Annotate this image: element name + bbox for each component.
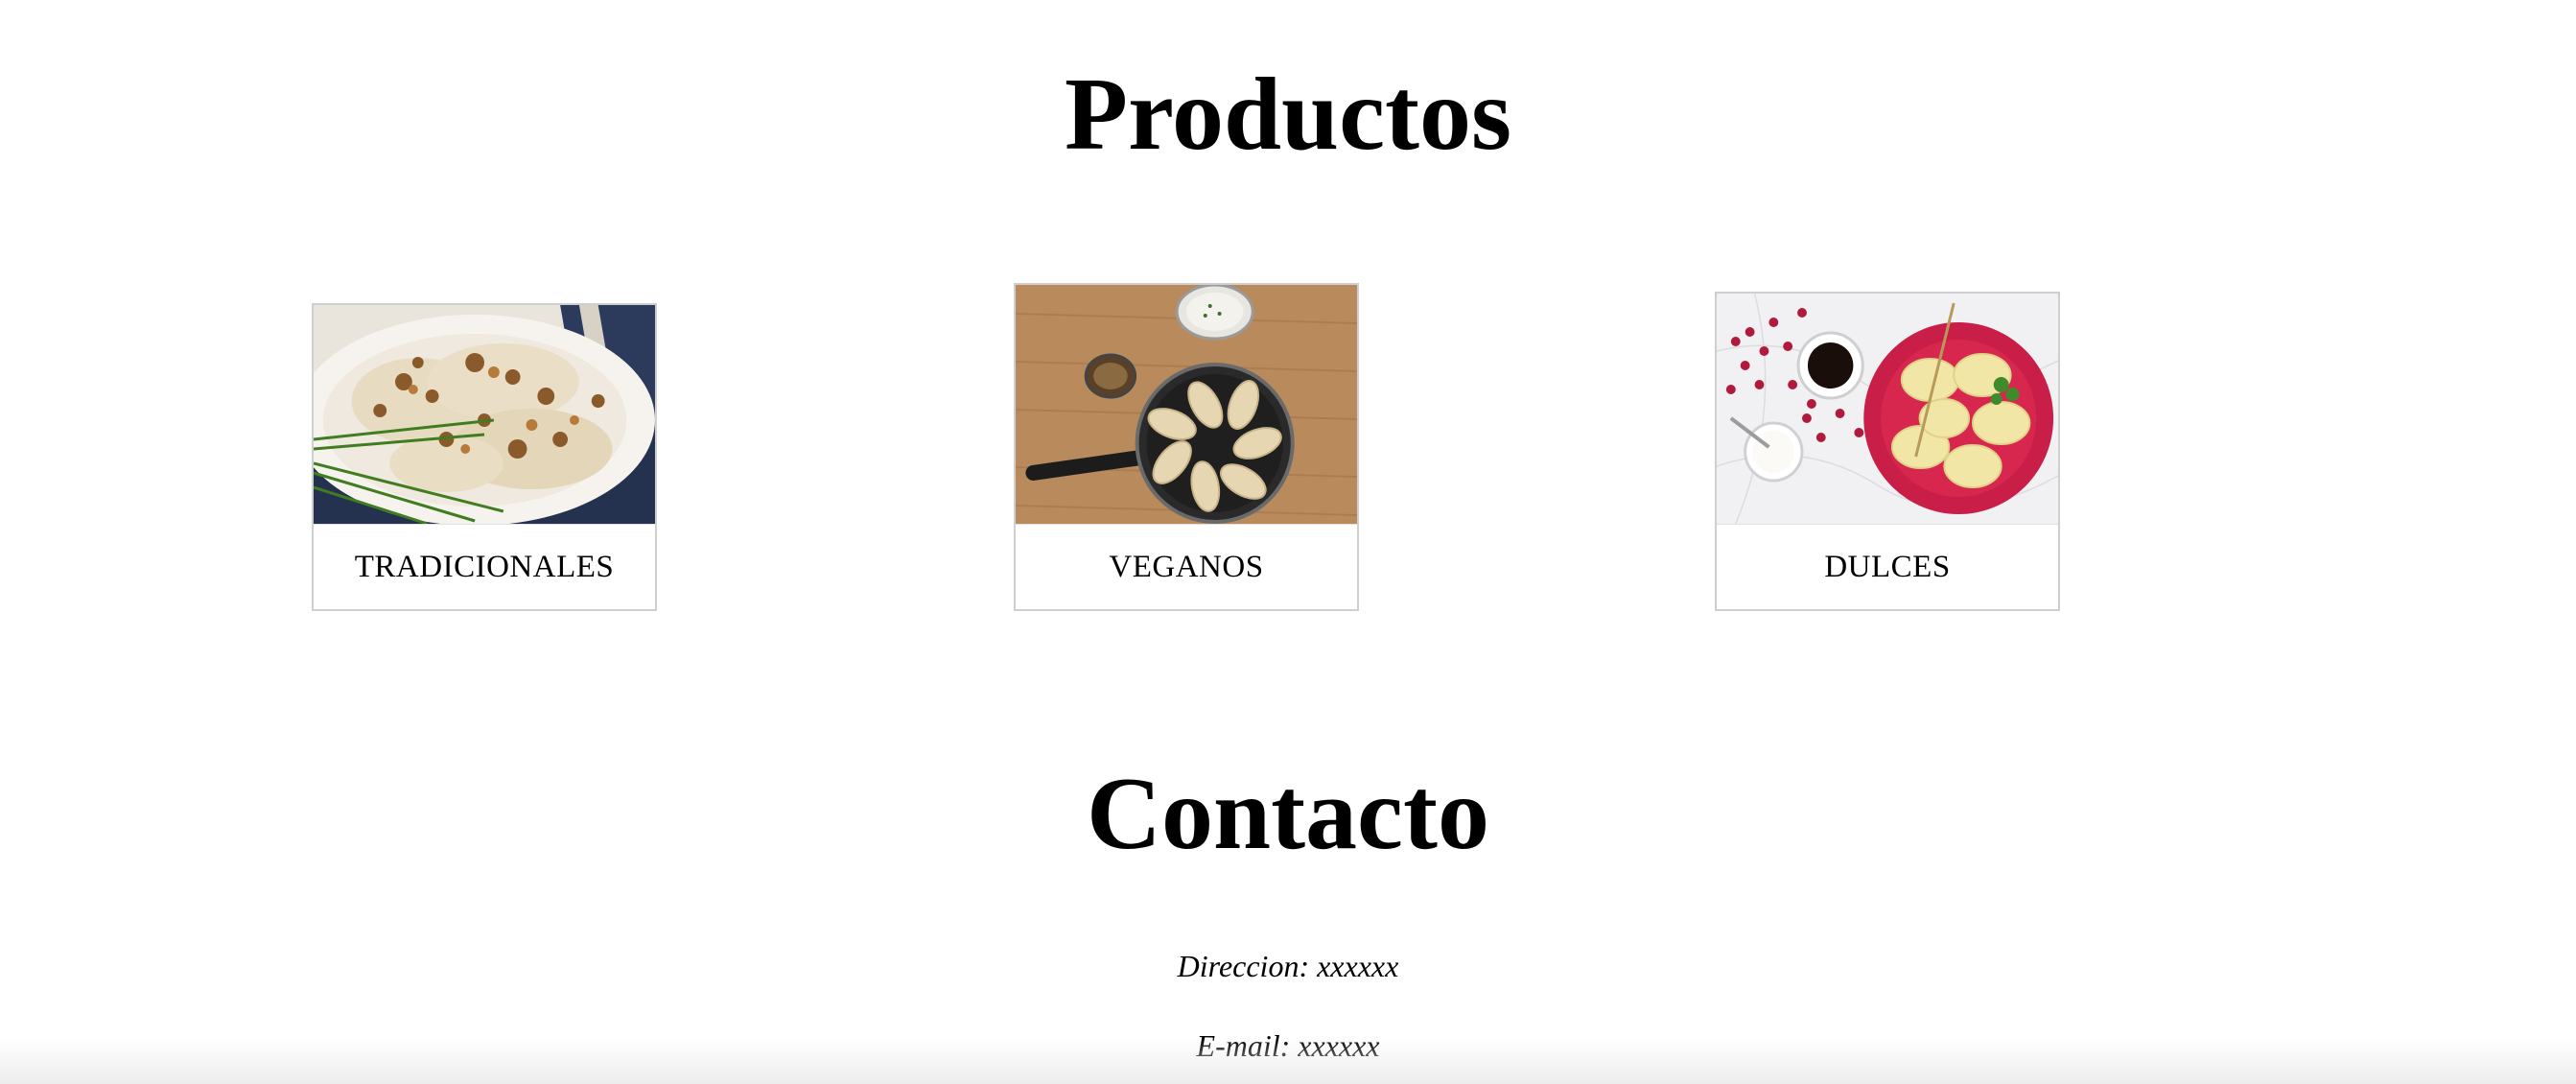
products-heading: Productos — [1064, 58, 1511, 172]
contact-email: E-mail: xxxxxx — [1196, 1028, 1380, 1063]
product-image-tradicionales[interactable] — [314, 305, 655, 524]
product-card-tradicionales[interactable]: TRADICIONALES — [312, 303, 657, 611]
page: Productos TRADICIONALES VEGANOS DULCES C… — [0, 0, 2576, 1084]
product-image-veganos[interactable] — [1016, 285, 1357, 524]
product-label-tradicionales: TRADICIONALES — [314, 524, 655, 609]
pierogi-photo — [314, 305, 655, 524]
contact-address: Direccion: xxxxxx — [1177, 949, 1399, 983]
product-card-dulces[interactable]: DULCES — [1715, 292, 2060, 611]
product-image-dulces[interactable] — [1717, 294, 2058, 524]
dumplings-pan-photo — [1016, 285, 1357, 524]
contact-heading: Contacto — [1087, 757, 1489, 871]
product-card-veganos[interactable]: VEGANOS — [1014, 283, 1359, 611]
product-label-dulces: DULCES — [1717, 524, 2058, 609]
product-label-veganos: VEGANOS — [1016, 524, 1357, 609]
sweet-dumplings-photo — [1717, 294, 2058, 524]
